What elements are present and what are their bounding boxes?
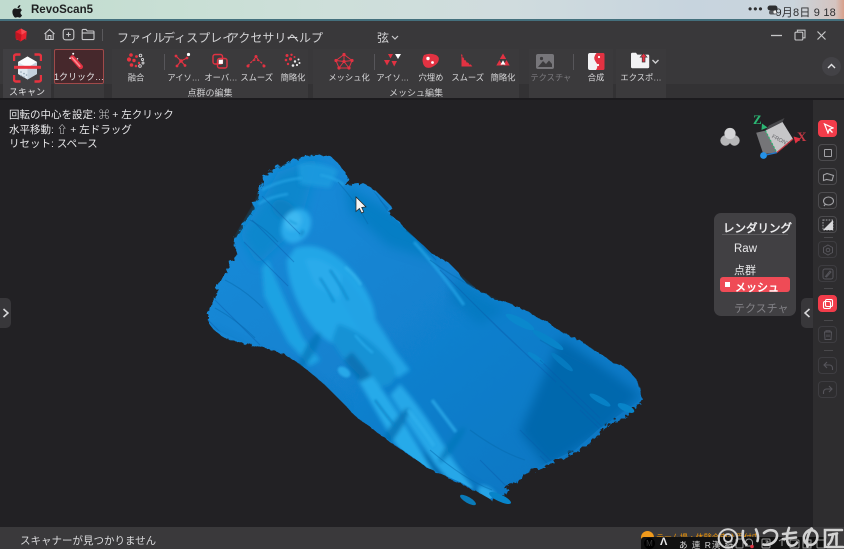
svg-text:Z: Z	[753, 112, 762, 127]
svg-text:X: X	[797, 129, 807, 144]
